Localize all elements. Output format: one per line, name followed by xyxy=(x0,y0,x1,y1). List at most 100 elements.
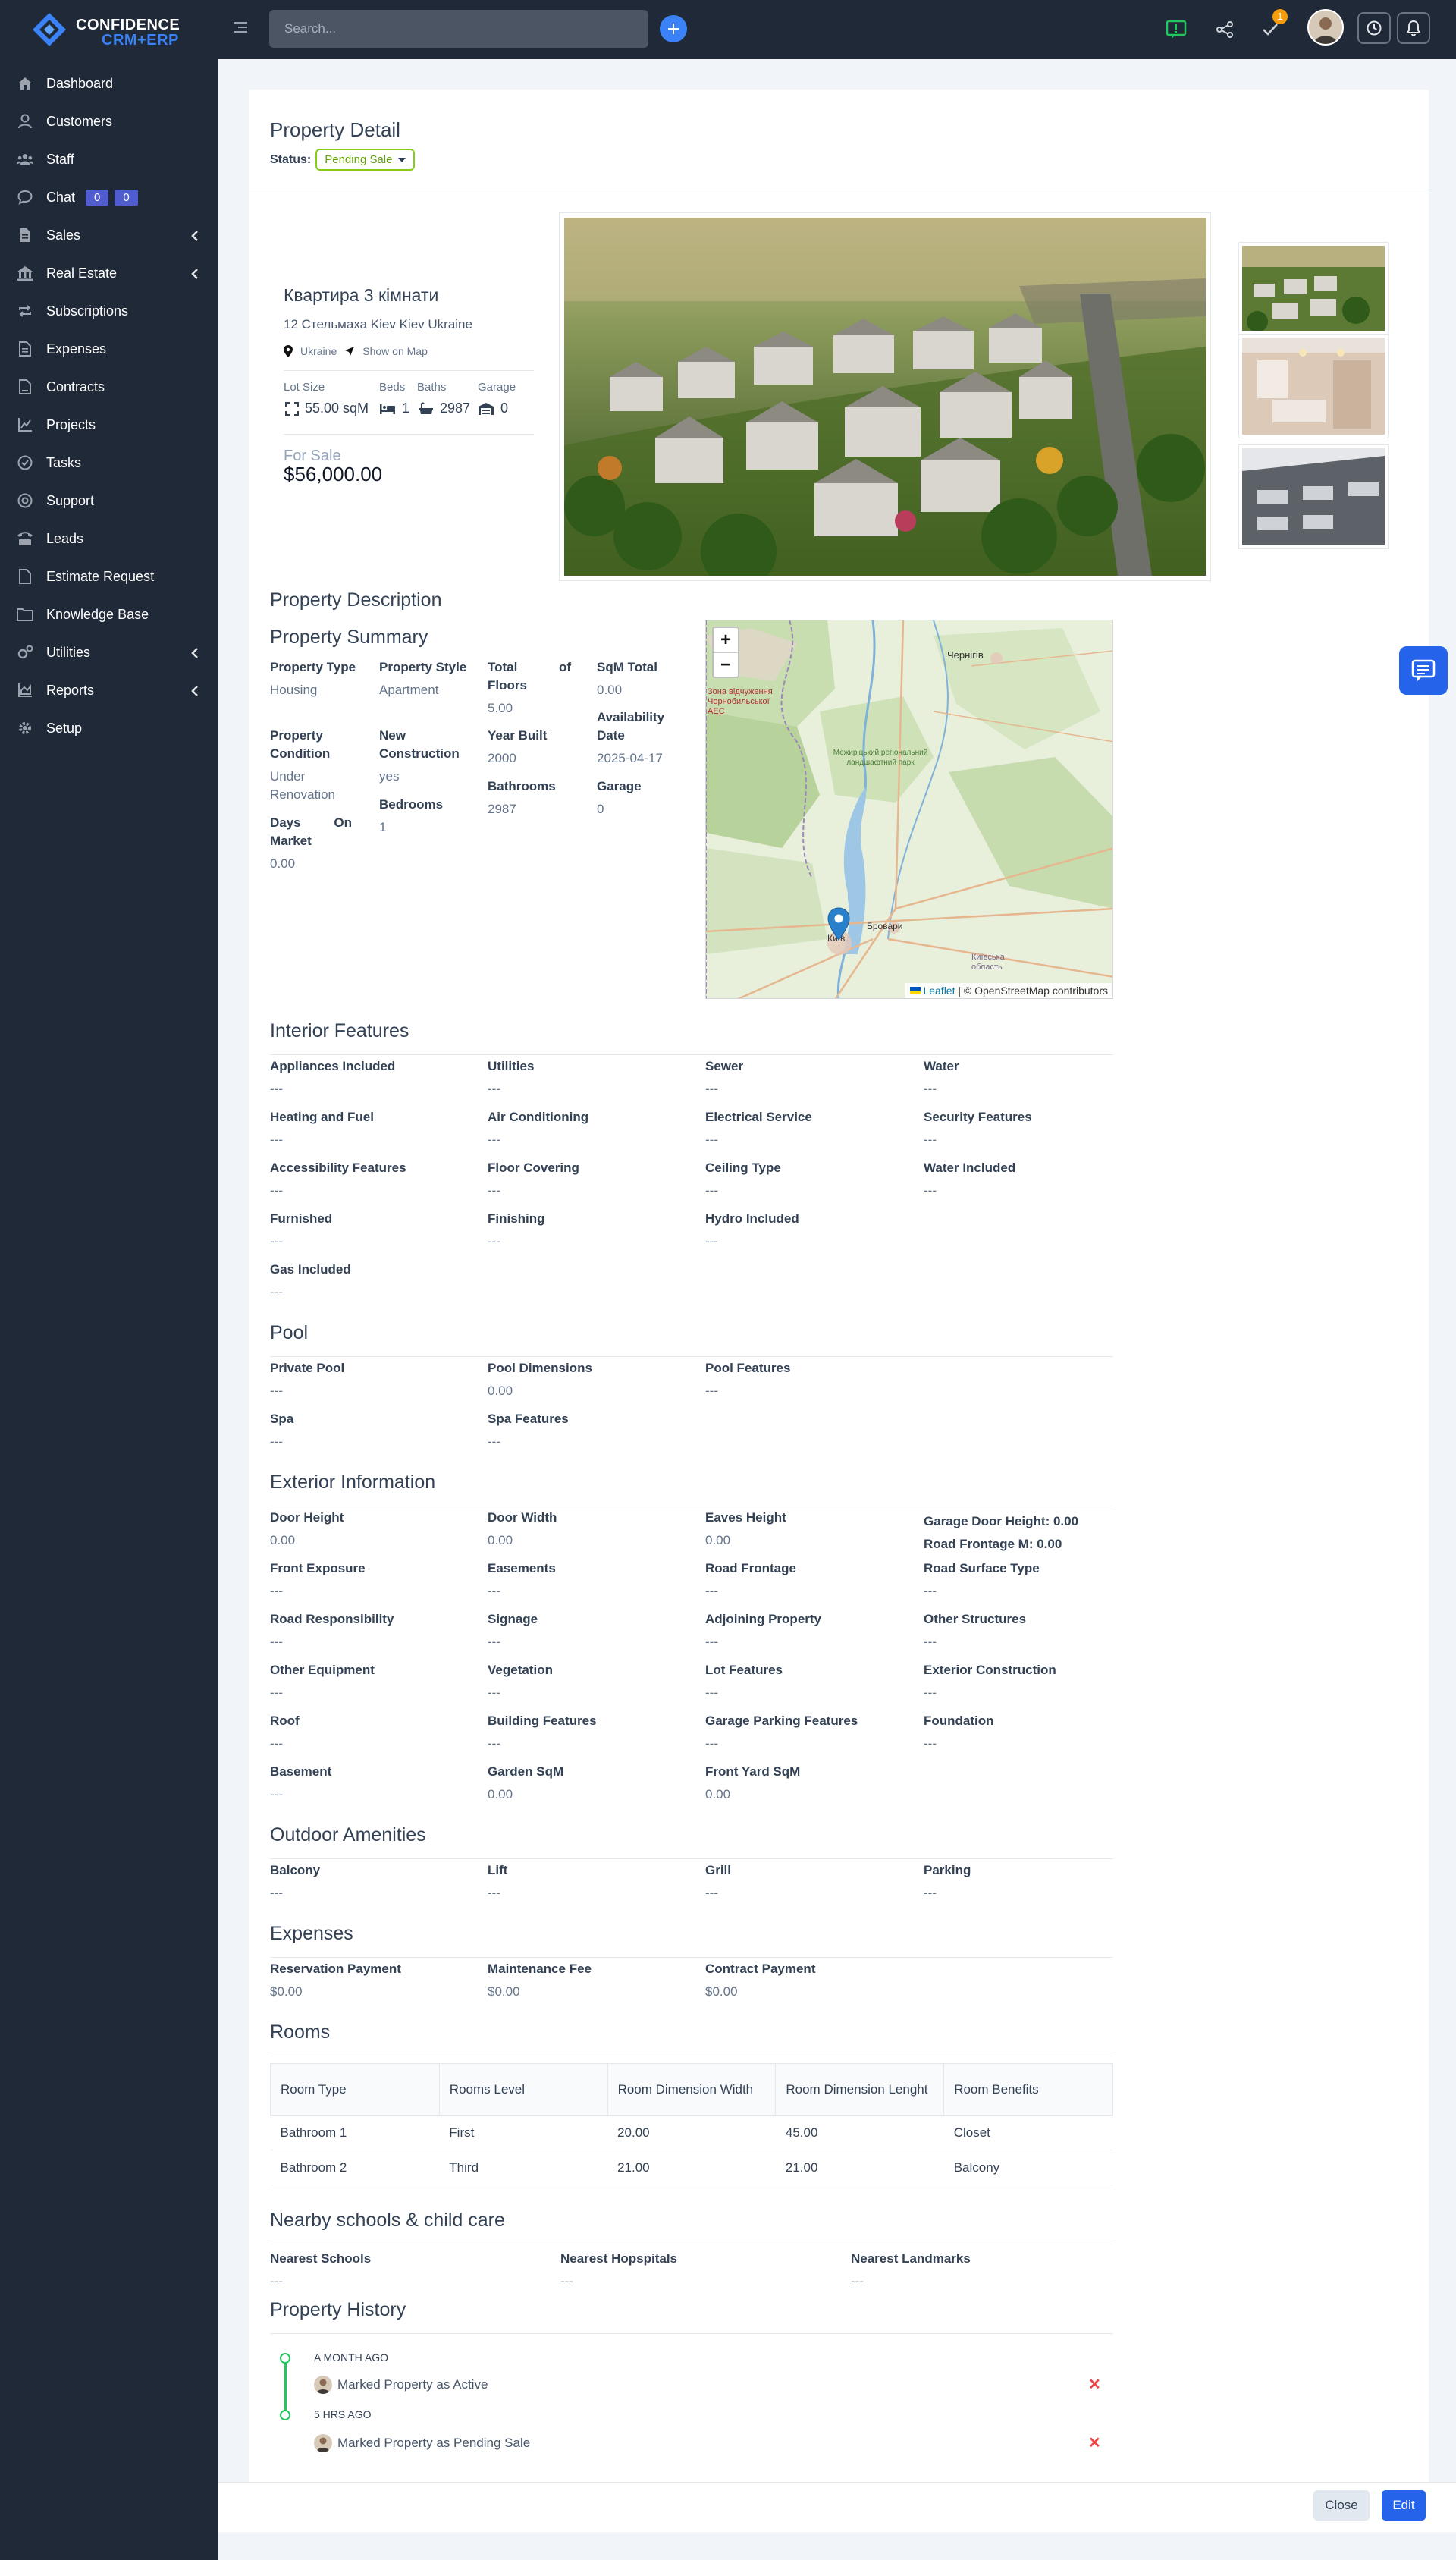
sidebar-item-setup[interactable]: Setup xyxy=(0,711,218,745)
history-text: Marked Property as Pending Sale xyxy=(337,2436,531,2450)
property-location-map[interactable]: Чернігів Зона відчуження Чорнобильської … xyxy=(705,620,1113,999)
edit-button[interactable]: Edit xyxy=(1382,2490,1426,2521)
property-main-photo[interactable] xyxy=(560,213,1210,580)
field-accessibility-features: Accessibility Features --- xyxy=(270,1159,406,1200)
property-thumbnail-1[interactable] xyxy=(1239,243,1388,334)
chat-unread-badge: 0 xyxy=(86,189,109,206)
field-value: 0.00 xyxy=(488,1384,513,1398)
sidebar: CONFIDENCE CRM+ERP Dashboard Customers S… xyxy=(0,0,218,2560)
search-input[interactable] xyxy=(269,10,648,48)
status-dropdown[interactable]: Pending Sale xyxy=(315,149,416,171)
leaflet-link[interactable]: Leaflet xyxy=(923,985,955,997)
sidebar-item-sales[interactable]: Sales xyxy=(0,218,218,252)
field-label: Sewer xyxy=(705,1059,744,1073)
chart-area-icon xyxy=(17,682,33,699)
field-utilities: Utilities --- xyxy=(488,1057,534,1098)
sidebar-item-dashboard[interactable]: Dashboard xyxy=(0,67,218,100)
sidebar-toggle-icon[interactable] xyxy=(234,21,247,37)
beds-spec: 1 xyxy=(379,400,410,416)
field-reservation-payment: Reservation Payment $0.00 xyxy=(270,1960,401,2001)
field-contract-payment: Contract Payment $0.00 xyxy=(705,1960,815,2001)
expenses-divider xyxy=(270,1957,1113,1958)
expand-icon xyxy=(285,401,299,416)
sidebar-item-projects[interactable]: Projects xyxy=(0,408,218,441)
interior-divider xyxy=(270,1054,1113,1055)
table-row: Bathroom 2 Third 21.00 21.00 Balcony xyxy=(270,2150,1113,2185)
field-front-exposure: Front Exposure --- xyxy=(270,1560,366,1600)
baths-label: Baths xyxy=(417,381,447,394)
field-value: --- xyxy=(270,1384,283,1398)
zoom-out-button[interactable]: − xyxy=(714,652,738,677)
history-time: 5 HRS AGO xyxy=(314,2408,372,2420)
chevron-left-icon xyxy=(191,229,199,245)
property-thumbnail-3[interactable] xyxy=(1239,445,1388,548)
chart-icon xyxy=(17,416,33,433)
delete-history-icon[interactable]: ✕ xyxy=(1088,2375,1101,2394)
table-cell: 20.00 xyxy=(607,2115,776,2150)
check-circle-icon xyxy=(17,454,33,471)
sidebar-item-contracts[interactable]: Contracts xyxy=(0,370,218,404)
summary-bedrooms: Bedrooms 1 xyxy=(379,797,444,834)
show-on-map-link[interactable]: Show on Map xyxy=(362,345,428,357)
map-pin-marker-icon[interactable] xyxy=(827,907,850,941)
pool-title: Pool xyxy=(270,1322,309,1343)
sidebar-item-expenses[interactable]: Expenses xyxy=(0,332,218,366)
history-dot xyxy=(280,2353,290,2364)
field-label: Balcony xyxy=(270,1863,321,1877)
quick-create-button[interactable] xyxy=(660,15,687,42)
repeat-icon xyxy=(17,303,33,319)
field-hydro-included: Hydro Included --- xyxy=(705,1210,799,1251)
zoom-in-button[interactable]: + xyxy=(714,628,738,652)
sidebar-item-reports[interactable]: Reports xyxy=(0,674,218,707)
sidebar-item-label: Subscriptions xyxy=(46,303,129,319)
sidebar-item-tasks[interactable]: Tasks xyxy=(0,446,218,479)
sidebar-item-support[interactable]: Support xyxy=(0,484,218,517)
floating-chat-button[interactable] xyxy=(1399,646,1448,695)
sidebar-item-estimate-request[interactable]: Estimate Request xyxy=(0,560,218,593)
notifications-bell-icon[interactable] xyxy=(1397,12,1430,44)
sidebar-item-leads[interactable]: Leads xyxy=(0,522,218,555)
info-divider xyxy=(284,370,534,371)
logo-diamond-icon xyxy=(33,13,66,46)
page-title: Property Detail xyxy=(270,118,400,141)
table-cell: Bathroom 1 xyxy=(270,2115,440,2150)
rooms-table: Room Type Rooms Level Room Dimension Wid… xyxy=(270,2063,1113,2185)
delete-history-icon[interactable]: ✕ xyxy=(1088,2433,1101,2452)
sidebar-item-knowledge-base[interactable]: Knowledge Base xyxy=(0,598,218,631)
brand-logo[interactable]: CONFIDENCE CRM+ERP xyxy=(29,6,190,53)
chat-icon xyxy=(17,189,33,206)
history-text: Marked Property as Active xyxy=(337,2377,488,2392)
field-label: Road Frontage xyxy=(705,1561,796,1575)
share-icon[interactable] xyxy=(1212,17,1238,42)
field-label: Air Conditioning xyxy=(488,1110,589,1124)
sidebar-item-utilities[interactable]: Utilities xyxy=(0,636,218,669)
property-country: Ukraine xyxy=(300,345,337,357)
beds-value: 1 xyxy=(402,400,410,416)
table-cell: Bathroom 2 xyxy=(270,2150,440,2185)
thumbnail-houses-image xyxy=(1242,246,1385,331)
history-time: A MONTH AGO xyxy=(314,2351,389,2364)
timesheet-clock-icon[interactable] xyxy=(1357,12,1391,44)
location-row: Ukraine Show on Map xyxy=(284,345,428,357)
field-value: 0.00 xyxy=(270,1533,296,1547)
sidebar-item-subscriptions[interactable]: Subscriptions xyxy=(0,294,218,328)
sidebar-item-customers[interactable]: Customers xyxy=(0,105,218,138)
field-gas-included: Gas Included --- xyxy=(270,1261,351,1302)
field-value: $0.00 xyxy=(705,1984,738,1999)
field-value: --- xyxy=(705,1736,718,1751)
close-button[interactable]: Close xyxy=(1313,2490,1370,2521)
property-name: Квартира 3 кімнати xyxy=(284,285,439,305)
property-thumbnail-2[interactable] xyxy=(1239,335,1388,438)
sidebar-item-real-estate[interactable]: Real Estate xyxy=(0,256,218,290)
field-roof: Roof --- xyxy=(270,1712,300,1753)
rooms-title: Rooms xyxy=(270,2021,331,2043)
sidebar-item-chat[interactable]: Chat 0 0 xyxy=(0,181,218,214)
field-value: --- xyxy=(924,1132,937,1147)
sidebar-item-staff[interactable]: Staff xyxy=(0,143,218,176)
field-value: $0.00 xyxy=(488,1984,520,1999)
chat-request-icon[interactable] xyxy=(1163,17,1189,42)
sidebar-item-label: Leads xyxy=(46,530,84,546)
field-label: Heating and Fuel xyxy=(270,1110,374,1124)
user-avatar[interactable] xyxy=(1307,9,1344,46)
field-label: Finishing xyxy=(488,1211,545,1226)
